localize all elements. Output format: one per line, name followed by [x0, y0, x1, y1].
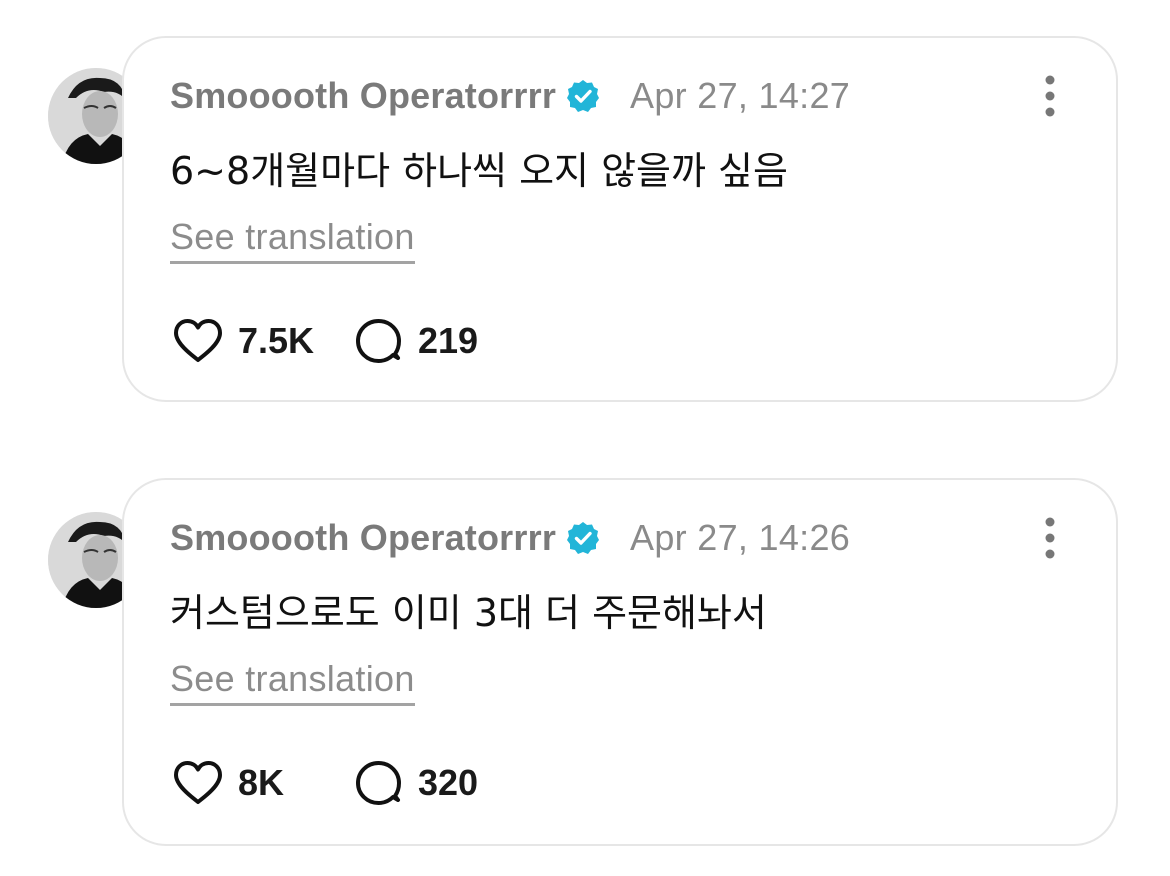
- heart-icon: [174, 761, 222, 804]
- post-card: Smooooth Operatorrrr Apr 27, 14:27 6~8개월…: [122, 36, 1118, 402]
- more-vertical-icon[interactable]: [1040, 74, 1060, 118]
- post-actions: 7.5K 219: [172, 316, 478, 366]
- post-text: 커스텀으로도 이미 3대 더 주문해놔서: [170, 591, 767, 635]
- reply-count: 320: [418, 762, 479, 803]
- reply-count: 219: [418, 320, 479, 361]
- verified-badge-icon: [567, 80, 600, 112]
- timestamp: Apr 27, 14:26: [630, 517, 851, 558]
- timestamp: Apr 27, 14:27: [630, 75, 851, 116]
- heart-icon: [174, 319, 222, 362]
- post-header: Smooooth Operatorrrr Apr 27, 14:26: [170, 516, 850, 560]
- post-text: 6~8개월마다 하나씩 오지 않을까 싶음: [170, 149, 788, 193]
- reply-button[interactable]: 219: [352, 317, 478, 365]
- comment-bubble-icon: [356, 319, 401, 363]
- post-actions: 8K 320: [172, 758, 478, 808]
- comment-bubble-icon: [356, 761, 401, 805]
- like-count: 8K: [238, 762, 285, 803]
- username[interactable]: Smooooth Operatorrrr: [170, 517, 556, 559]
- see-translation-link[interactable]: See translation: [170, 216, 415, 264]
- like-button[interactable]: 7.5K: [172, 317, 352, 365]
- verified-badge-icon: [567, 522, 600, 554]
- like-button[interactable]: 8K: [172, 759, 352, 807]
- see-translation-link[interactable]: See translation: [170, 658, 415, 706]
- like-count: 7.5K: [238, 320, 315, 361]
- post-header: Smooooth Operatorrrr Apr 27, 14:27: [170, 74, 850, 118]
- username[interactable]: Smooooth Operatorrrr: [170, 75, 556, 117]
- post-card: Smooooth Operatorrrr Apr 27, 14:26 커스텀으로…: [122, 478, 1118, 846]
- reply-button[interactable]: 320: [352, 759, 478, 807]
- more-vertical-icon[interactable]: [1040, 516, 1060, 560]
